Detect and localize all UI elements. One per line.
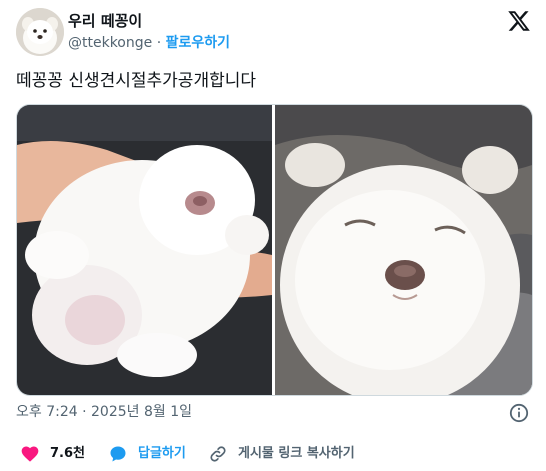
author-display-name[interactable]: 우리 떼꽁이 [68, 12, 142, 30]
follow-button[interactable]: 팔로우하기 [166, 35, 230, 51]
tweet-text: 떼꽁꽁 신생견시절추가공개합니다 [16, 71, 257, 91]
heart-icon [21, 446, 39, 462]
like-count: 7.6천 [50, 446, 85, 461]
copy-link-button[interactable]: 게시물 링크 복사하기 [208, 440, 355, 468]
tweet-media[interactable] [16, 104, 533, 396]
author-avatar[interactable] [16, 8, 64, 56]
x-logo-icon[interactable] [507, 9, 531, 33]
reply-bubble-icon [110, 446, 126, 462]
puppy-sleeping-closeup-photo[interactable] [275, 105, 532, 395]
puppy-held-in-hand-photo[interactable] [17, 105, 272, 395]
puppy-avatar-icon [16, 8, 64, 56]
like-button[interactable]: 7.6천 [20, 440, 85, 468]
author-handle-row: @ttekkonge · 팔로우하기 [68, 34, 230, 52]
handle-separator: · [156, 35, 162, 51]
reply-label: 답글하기 [138, 446, 186, 461]
link-icon [210, 446, 226, 462]
reply-button[interactable]: 답글하기 [108, 440, 186, 468]
author-handle[interactable]: @ttekkonge [68, 35, 152, 51]
info-icon[interactable] [509, 403, 529, 423]
tweet-timestamp[interactable]: 오후 7:24 · 2025년 8월 1일 [16, 403, 192, 421]
tweet-embed-card: 우리 떼꽁이 @ttekkonge · 팔로우하기 떼꽁꽁 신생견시절추가공개합… [0, 0, 546, 471]
copy-link-label: 게시물 링크 복사하기 [238, 446, 355, 461]
